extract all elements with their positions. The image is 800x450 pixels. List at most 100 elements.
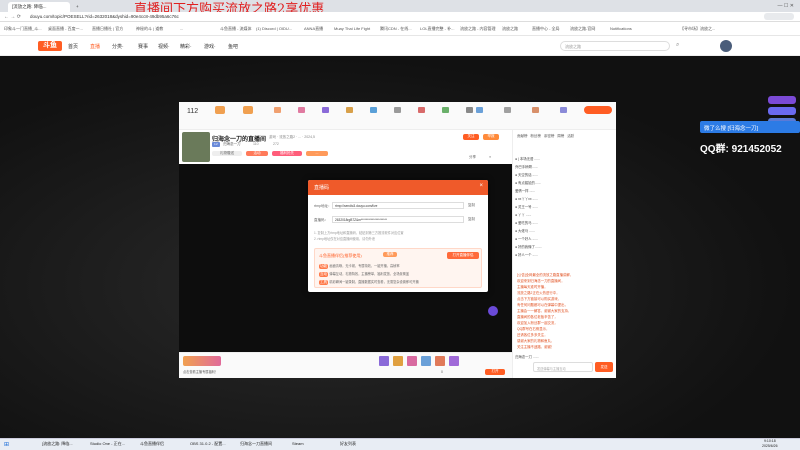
chip[interactable]: 礼物赠送 [212, 151, 242, 156]
clock-time[interactable]: 9:10:18 [764, 439, 776, 443]
copy-code-button[interactable]: 复制 [468, 217, 475, 222]
bookmark-item[interactable]: ... [180, 26, 183, 31]
new-tab-button[interactable]: + [72, 2, 80, 12]
bookmark-item[interactable]: 直播日播社 | 官方 [92, 26, 123, 32]
browser-tab-active[interactable]: [流放之路: 降临... [8, 2, 70, 12]
profile-chip[interactable] [764, 13, 794, 20]
site-logo[interactable]: 斗鱼 [38, 41, 62, 51]
feature-icon[interactable] [466, 107, 473, 113]
bookmark-item[interactable]: 腾讯CDN - 在线... [380, 26, 412, 32]
taskbar-app[interactable]: [流放之路: 降临... [42, 441, 73, 447]
tag[interactable]: 游戏 [269, 135, 276, 139]
feature-icon[interactable] [418, 107, 425, 113]
feature-icon[interactable] [442, 107, 449, 113]
tab-fans[interactable]: 粉丝榜 [530, 134, 541, 138]
tag: ... [298, 135, 302, 139]
url-field[interactable]: douyu.com/topic/POESELL?rid=2632018&dysh… [30, 14, 179, 19]
nav-item[interactable]: 精彩· [180, 43, 192, 50]
feature-icon[interactable] [504, 107, 511, 113]
feature-icon[interactable] [560, 107, 567, 113]
feature-icon[interactable] [394, 107, 401, 113]
windows-start-icon[interactable]: ⊞ [4, 441, 9, 448]
streamer-name[interactable]: 归海念一刀 [223, 142, 241, 147]
bookmark-item[interactable]: 桌面直播 - 百度一... [48, 26, 83, 32]
gift-icon[interactable] [379, 356, 389, 366]
gift-icon[interactable] [421, 356, 431, 366]
feature-icon[interactable] [370, 107, 377, 113]
chat-input[interactable]: 发送弹幕与主播互动 [533, 362, 593, 372]
qq-search-ad[interactable]: 微了么搜 [归海念一刀] [700, 121, 800, 133]
nav-item[interactable]: 鱼吧 [228, 43, 238, 50]
event-badge[interactable] [768, 107, 796, 115]
streamer-avatar[interactable] [182, 132, 210, 162]
taskbar-app[interactable]: 归海念一刀直播间 [240, 441, 272, 447]
bookmark-item[interactable]: 【寻市场】流放之... [680, 26, 715, 32]
taskbar-app[interactable]: Steam [292, 441, 304, 446]
bookmark-item[interactable]: Muay Thai Life Fight [334, 26, 370, 31]
more-icon[interactable]: ≡ [489, 155, 491, 159]
nav-item[interactable]: 游戏· [204, 43, 216, 50]
tab-week[interactable]: 周榜 [557, 134, 564, 138]
sub-label[interactable]: 点击查看主播专属福利！ [183, 369, 218, 374]
follow-button[interactable]: 关注 [463, 134, 479, 140]
bookmark-item[interactable]: 流放之路 - 内容管理 [460, 26, 496, 32]
event-badge[interactable] [768, 96, 796, 104]
feature-icon[interactable] [322, 107, 329, 113]
bookmark-item[interactable]: 流放之路 [502, 26, 518, 32]
bookmark-item[interactable]: 斗鱼直播 - 流媒体 [220, 26, 252, 32]
bookmark-item[interactable]: Notifications [610, 26, 632, 31]
gift-icon[interactable] [435, 356, 445, 366]
tab-intimacy[interactable]: 亲密榜 [544, 134, 555, 138]
feature-icon[interactable] [298, 107, 305, 113]
nav-item[interactable]: 首页 [68, 43, 78, 50]
chip[interactable]: ... [306, 151, 328, 156]
bookmark-item[interactable]: 直播中心 - 全局 [532, 26, 560, 32]
bookmark-item[interactable]: 流放之路-官网 [570, 26, 595, 32]
window-controls[interactable]: — ☐ ✕ [778, 3, 794, 9]
taskbar-app[interactable]: OBS 31.0.2 - 配置... [190, 441, 226, 447]
feature-icon[interactable] [274, 107, 281, 113]
nav-item-active[interactable]: 直播 [90, 43, 100, 50]
code-input[interactable]: 2632018rgB7Z&m********************* [332, 216, 464, 223]
report-button[interactable]: 举报 [483, 134, 499, 140]
bookmark-item[interactable]: (1) Discord | OIDU... [256, 26, 292, 31]
taskbar-app[interactable]: Studio One - 正在... [90, 441, 125, 447]
send-button[interactable]: 发送 [595, 362, 613, 372]
tab-contribution[interactable]: 贡献榜 [517, 134, 528, 138]
send-gift-button[interactable]: 打开 [485, 369, 505, 375]
nav-item[interactable]: 视频· [158, 43, 170, 50]
bookmark-item[interactable]: LOL直播完整 - 补... [420, 26, 454, 32]
bookmark-item[interactable]: 神秘的斗 | 道教 [136, 26, 163, 32]
copy-rtmp-button[interactable]: 复制 [468, 203, 475, 208]
chip[interactable]: 活动 [246, 151, 268, 156]
clock-date[interactable]: 2025/6/26 [762, 444, 778, 448]
task-icon[interactable] [243, 106, 253, 114]
feature-icon[interactable] [346, 107, 353, 113]
feature-icon[interactable] [476, 107, 483, 113]
rtmp-input[interactable]: rtmp://sendtc3.douyu.com/live [332, 202, 464, 209]
chip[interactable]: 福利抢先 [272, 151, 302, 156]
search-input[interactable]: 流放之路 [560, 41, 670, 51]
search-icon[interactable]: ⌕ [676, 42, 679, 49]
open-companion-button[interactable]: 打开直播伴侣 [447, 252, 479, 259]
tab-active[interactable]: 活跃 [567, 134, 574, 138]
bookmark-item[interactable]: ANNA直播 [304, 26, 323, 32]
tag[interactable]: 流放之路2 [279, 135, 295, 139]
feature-icon[interactable] [532, 107, 539, 113]
gift-banner-icon[interactable] [183, 356, 221, 366]
nav-item[interactable]: 分类· [112, 43, 124, 50]
gift-icon[interactable] [393, 356, 403, 366]
pc-client-button[interactable] [584, 106, 612, 114]
float-ball-icon[interactable] [488, 306, 498, 316]
gift-icon[interactable] [407, 356, 417, 366]
gift-box-icon[interactable] [215, 106, 225, 114]
gift-icon[interactable] [449, 356, 459, 366]
bookmark-item[interactable]: 印象斗一门直播_斗... [4, 26, 42, 32]
taskbar-app[interactable]: 好友列表 [340, 441, 356, 447]
nav-item[interactable]: 赛事 [138, 43, 148, 50]
share-link[interactable]: 分享 [469, 155, 476, 160]
nav-arrows-icon[interactable]: ← → ⟳ [4, 14, 21, 20]
avatar[interactable] [720, 40, 732, 52]
taskbar-app[interactable]: 斗鱼直播伴侣 [140, 441, 164, 447]
close-icon[interactable]: × [479, 183, 483, 189]
